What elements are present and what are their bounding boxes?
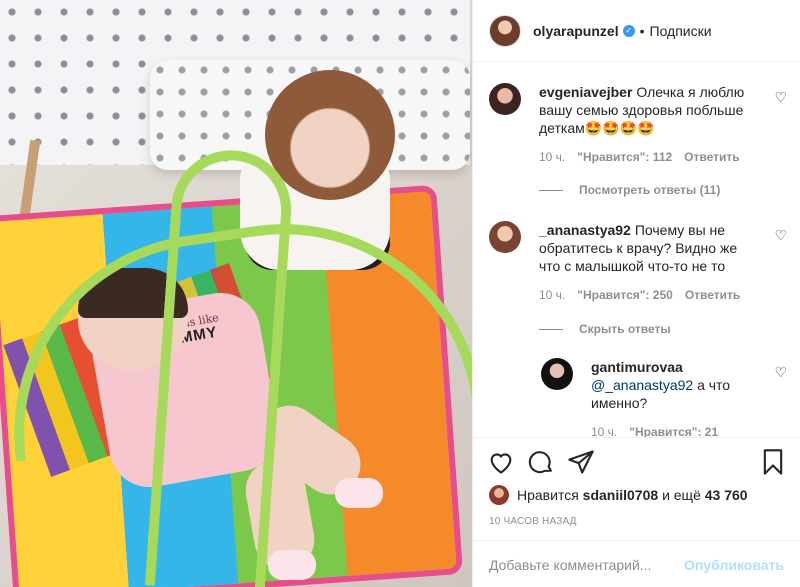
author-username[interactable]: olyarapunzel [533, 23, 619, 39]
likes-prefix: Нравится [517, 487, 579, 503]
likes-summary: Нравится sdaniil0708 и ещё 43 760 [489, 485, 748, 505]
comment-time: 10 ч. [539, 288, 566, 302]
comment-input[interactable] [489, 556, 685, 573]
action-bar [487, 448, 787, 478]
post-header: olyarapunzel ✓ • Подписки [473, 0, 800, 62]
commenter-username[interactable]: gantimurovaa [591, 358, 747, 376]
comment-time: 10 ч. [539, 150, 566, 164]
comment-likes[interactable]: "Нравится": 250 [577, 288, 673, 302]
comment-meta: 10 ч. "Нравится": 112 Ответить [539, 150, 752, 164]
replies-label: Посмотреть ответы (11) [579, 183, 721, 197]
likes-middle: и ещё [662, 487, 701, 503]
comment-body: _ananastya92 Почему вы не обратитесь к вр… [539, 221, 759, 275]
replies-label: Скрыть ответы [579, 322, 671, 336]
comment-meta: 10 ч. "Нравится": 21 [591, 425, 730, 437]
liker-username[interactable]: sdaniil0708 [583, 487, 659, 503]
comment-meta: 10 ч. "Нравится": 250 Ответить [539, 288, 752, 302]
post-timestamp[interactable]: 10 ЧАСОВ НАЗАД [489, 516, 577, 527]
commenter-avatar[interactable] [541, 358, 573, 390]
like-heart-icon[interactable] [487, 448, 515, 476]
liker-avatar[interactable] [489, 485, 509, 505]
bookmark-icon[interactable] [759, 448, 787, 476]
replies-line [539, 189, 563, 191]
author-avatar[interactable] [489, 14, 521, 47]
comment-body: gantimurovaa @_ananastya92 а что именно? [591, 358, 751, 412]
post-photo[interactable]: fabulous like MOMMY [0, 0, 472, 587]
post-actions: Нравится sdaniil0708 и ещё 43 760 10 ЧАС… [473, 437, 800, 587]
commenter-avatar[interactable] [489, 221, 521, 253]
like-comment-heart-icon[interactable]: ♡ [774, 89, 787, 106]
comment-list[interactable]: evgeniavejber Олечка я люблю вашу семью з… [473, 63, 800, 437]
like-comment-heart-icon[interactable]: ♡ [774, 227, 787, 244]
like-comment-heart-icon[interactable]: ♡ [774, 364, 787, 381]
replies-line [539, 328, 563, 330]
separator-dot: • [639, 22, 645, 39]
commenter-username[interactable]: evgeniavejber [539, 84, 632, 100]
comment-time: 10 ч. [591, 425, 618, 437]
share-send-icon[interactable] [567, 448, 595, 476]
comment-likes[interactable]: "Нравится": 112 [577, 150, 672, 164]
commenter-avatar[interactable] [489, 83, 521, 115]
hide-replies-button[interactable]: Скрыть ответы [539, 322, 671, 336]
add-comment-bar: Опубликовать [473, 540, 800, 587]
comment-mention[interactable]: @_ananastya92 [591, 377, 693, 393]
likes-count[interactable]: 43 760 [705, 487, 748, 503]
comment-body: evgeniavejber Олечка я люблю вашу семью з… [539, 83, 759, 137]
girl-head [265, 70, 395, 200]
post-comment-button[interactable]: Опубликовать [684, 557, 784, 573]
comment-likes[interactable]: "Нравится": 21 [629, 425, 718, 437]
reply-button[interactable]: Ответить [685, 288, 740, 302]
reply-button[interactable]: Ответить [684, 150, 739, 164]
following-button[interactable]: Подписки [650, 23, 712, 39]
post-sidebar: olyarapunzel ✓ • Подписки evgeniavejber О… [472, 0, 800, 587]
comment-bubble-icon[interactable] [527, 448, 555, 476]
verified-badge-icon: ✓ [622, 24, 635, 37]
baby-sock [268, 550, 316, 580]
commenter-username[interactable]: _ananastya92 [539, 222, 631, 238]
baby-sock [335, 478, 383, 508]
view-replies-button[interactable]: Посмотреть ответы (11) [539, 183, 720, 197]
